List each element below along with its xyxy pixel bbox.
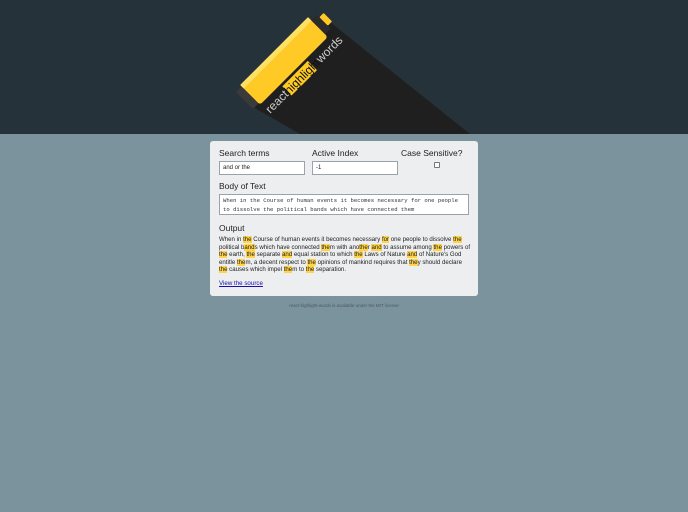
highlighted-match: for (381, 236, 390, 243)
highlighted-match: the (433, 243, 442, 251)
output-segment: to assume among (381, 243, 434, 251)
demo-card: Search terms and or the Active Index -1 … (210, 141, 478, 296)
highlighted-match: the (453, 236, 462, 243)
body-of-text-textarea[interactable]: When in the Course of human events it be… (219, 194, 469, 215)
highlighted-match: and (371, 243, 382, 251)
case-sensitive-checkbox[interactable] (434, 162, 440, 168)
output-segment: causes which impel (227, 266, 284, 273)
header-banner: reacthighlightwords (0, 0, 688, 134)
output-segment: opinions of mankind requires that (315, 258, 410, 266)
active-index-input[interactable]: -1 (312, 161, 398, 175)
output-segment: separation. (314, 266, 347, 273)
highlighted-match: the (283, 266, 293, 273)
output-segment: equal station to which (292, 251, 355, 258)
highlighted-match: the (305, 266, 315, 273)
highlighted-match: and (244, 243, 255, 251)
output-segment: Course of human events it becomes necess… (251, 236, 382, 243)
output-label: Output (219, 223, 245, 233)
highlighted-match: the (359, 243, 368, 251)
view-source-link[interactable]: View the source (219, 280, 263, 287)
highlighted-match: the (354, 251, 363, 258)
output-segment: powers of (441, 243, 471, 251)
output-segment: one people to dissolve (389, 236, 454, 243)
output-segment: y should declare (417, 258, 462, 266)
output-segment: m, a decent respect to (245, 258, 308, 266)
output-segment: When in (219, 236, 244, 243)
highlighted-match: the (246, 251, 255, 258)
highlighted-match: and (407, 251, 418, 258)
highlighted-match: the (307, 258, 316, 266)
output-segment: Laws of Nature (362, 251, 408, 258)
highlighted-match: and (282, 251, 293, 258)
output-segment: earth, (227, 251, 247, 258)
output-segment: m with ano (329, 243, 360, 251)
case-sensitive-label: Case Sensitive? (401, 148, 463, 158)
output-text: When in the Course of human events it be… (219, 236, 471, 274)
highlighted-match: the (243, 236, 252, 243)
active-index-label: Active Index (312, 148, 359, 158)
output-segment: m to (292, 266, 306, 273)
search-terms-label: Search terms (219, 148, 270, 158)
highlighter-logo: reacthighlightwords (236, 13, 470, 134)
output-segment: s which have connected (254, 243, 322, 251)
search-terms-input[interactable]: and or the (219, 161, 305, 175)
footer-license: react-highlight-words is available under… (289, 303, 399, 308)
output-segment: political b (219, 243, 245, 251)
body-of-text-label: Body of Text (219, 181, 266, 191)
highlighted-match: the (409, 258, 418, 266)
highlighted-match: the (321, 243, 330, 251)
output-segment: separate (254, 251, 283, 258)
